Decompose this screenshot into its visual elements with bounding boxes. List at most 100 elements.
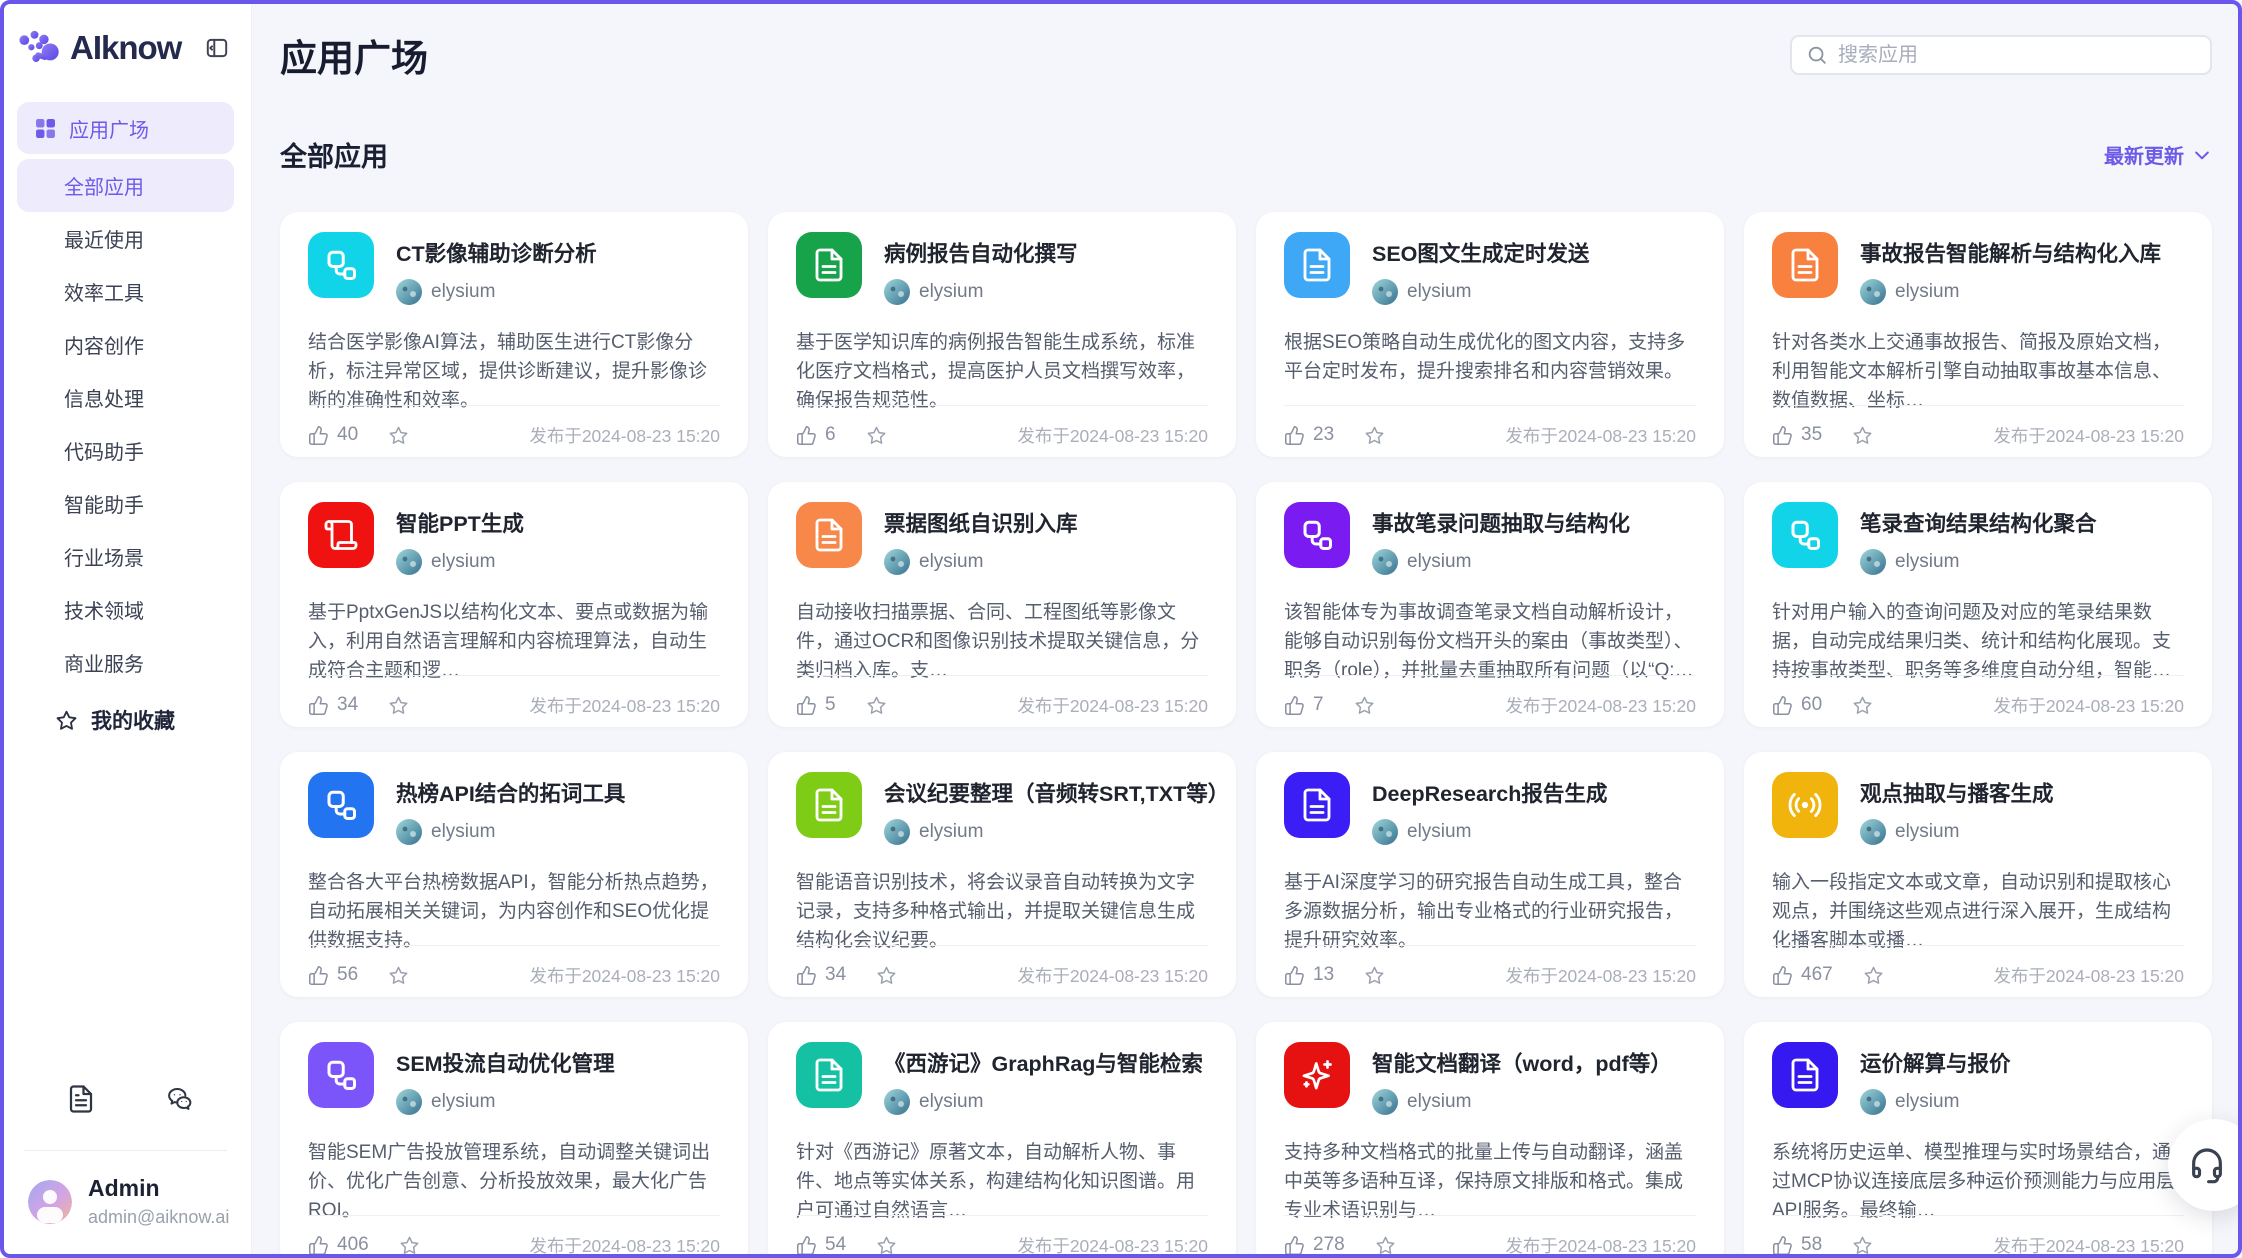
favorite-button[interactable] — [876, 965, 897, 986]
app-card[interactable]: 智能PPT生成 elysium 基于PptxGenJS以结构化文本、要点或数据为… — [280, 482, 748, 727]
author-avatar — [1860, 819, 1886, 845]
app-card[interactable]: SEO图文生成定时发送 elysium 根据SEO策略自动生成优化的图文内容，支… — [1256, 212, 1724, 457]
card-header: 事故报告智能解析与结构化入库 elysium — [1772, 232, 2184, 305]
like-count: 13 — [1313, 964, 1334, 986]
app-card[interactable]: 事故报告智能解析与结构化入库 elysium 针对各类水上交通事故报告、简报及原… — [1744, 212, 2212, 457]
app-card[interactable]: 观点抽取与播客生成 elysium 输入一段指定文本或文章，自动识别和提取核心观… — [1744, 752, 2212, 997]
sidebar-item-category[interactable]: 效率工具 — [17, 265, 234, 318]
sidebar-item-category[interactable]: 行业场景 — [17, 530, 234, 583]
thumbs-up-icon — [1284, 965, 1305, 986]
docs-button[interactable] — [66, 1084, 96, 1114]
sidebar-item-category[interactable]: 最近使用 — [17, 212, 234, 265]
page-title: 应用广场 — [280, 28, 428, 82]
like-button[interactable]: 23 — [1284, 424, 1334, 446]
star-icon — [388, 965, 409, 986]
like-button[interactable]: 467 — [1772, 964, 1833, 986]
wechat-button[interactable] — [166, 1084, 196, 1114]
app-title: 观点抽取与播客生成 — [1860, 777, 2054, 808]
favorite-button[interactable] — [1364, 425, 1385, 446]
like-button[interactable]: 278 — [1284, 1234, 1345, 1256]
thumbs-up-icon — [1772, 425, 1793, 446]
app-card[interactable]: 病例报告自动化撰写 elysium 基于医学知识库的病例报告智能生成系统，标准化… — [768, 212, 1236, 457]
star-icon — [388, 425, 409, 446]
like-button[interactable]: 13 — [1284, 964, 1334, 986]
wechat-icon — [166, 1084, 196, 1114]
workflow-app-icon — [308, 1042, 374, 1108]
favorite-button[interactable] — [1852, 1235, 1873, 1256]
like-button[interactable]: 60 — [1772, 694, 1822, 716]
like-button[interactable]: 406 — [308, 1234, 369, 1256]
scroll-app-icon — [308, 502, 374, 568]
like-button[interactable]: 35 — [1772, 424, 1822, 446]
like-button[interactable]: 54 — [796, 1234, 846, 1256]
sidebar-item-favorites[interactable]: 我的收藏 — [17, 705, 234, 735]
app-card[interactable]: DeepResearch报告生成 elysium 基于AI深度学习的研究报告自动… — [1256, 752, 1724, 997]
like-button[interactable]: 7 — [1284, 694, 1324, 716]
app-description: 针对用户输入的查询问题及对应的笔录结果数据，自动完成结果归类、统计和结构化展现。… — [1772, 598, 2184, 685]
author-avatar — [396, 1089, 422, 1115]
sidebar-item-category[interactable]: 信息处理 — [17, 371, 234, 424]
favorite-button[interactable] — [866, 425, 887, 446]
favorite-button[interactable] — [388, 965, 409, 986]
app-card[interactable]: 运价解算与报价 elysium 系统将历史运单、模型推理与实时场景结合，通过MC… — [1744, 1022, 2212, 1258]
user-profile[interactable]: Admin admin@aiknow.ai — [0, 1151, 251, 1258]
sidebar-item-category[interactable]: 技术领域 — [17, 583, 234, 636]
sidebar-item-label: 内容创作 — [64, 330, 144, 359]
app-card[interactable]: 热榜API结合的拓词工具 elysium 整合各大平台热榜数据API，智能分析热… — [280, 752, 748, 997]
favorite-button[interactable] — [1354, 695, 1375, 716]
like-button[interactable]: 40 — [308, 424, 358, 446]
publish-date: 发布于2024-08-23 15:20 — [1017, 693, 1208, 718]
app-card[interactable]: 事故笔录问题抽取与结构化 elysium 该智能体专为事故调查笔录文档自动解析设… — [1256, 482, 1724, 727]
favorite-button[interactable] — [1863, 965, 1884, 986]
sidebar-item-label: 信息处理 — [64, 383, 144, 412]
favorite-button[interactable] — [388, 695, 409, 716]
app-card[interactable]: 《西游记》GraphRag与智能检索 elysium 针对《西游记》原著文本，自… — [768, 1022, 1236, 1258]
favorite-button[interactable] — [866, 695, 887, 716]
sidebar-item-category[interactable]: 代码助手 — [17, 424, 234, 477]
app-card[interactable]: 会议纪要整理（音频转SRT,TXT等） elysium 智能语音识别技术，将会议… — [768, 752, 1236, 997]
favorite-button[interactable] — [388, 425, 409, 446]
sort-dropdown[interactable]: 最新更新 — [2104, 140, 2212, 169]
favorite-button[interactable] — [399, 1235, 420, 1256]
app-card[interactable]: 智能文档翻译（word，pdf等） elysium 支持多种文档格式的批量上传与… — [1256, 1022, 1724, 1258]
favorite-button[interactable] — [1852, 695, 1873, 716]
sidebar-item-category[interactable]: 智能助手 — [17, 477, 234, 530]
favorite-button[interactable] — [876, 1235, 897, 1256]
like-button[interactable]: 34 — [796, 964, 846, 986]
app-card[interactable]: 笔录查询结果结构化聚合 elysium 针对用户输入的查询问题及对应的笔录结果数… — [1744, 482, 2212, 727]
like-button[interactable]: 5 — [796, 694, 836, 716]
app-card[interactable]: 票据图纸自识别入库 elysium 自动接收扫描票据、合同、工程图纸等影像文件，… — [768, 482, 1236, 727]
sidebar-item-app-plaza[interactable]: 应用广场 — [17, 102, 234, 154]
like-button[interactable]: 58 — [1772, 1234, 1822, 1256]
thumbs-up-icon — [308, 965, 329, 986]
star-icon — [1863, 965, 1884, 986]
author-name: elysium — [919, 551, 983, 573]
star-icon — [399, 1235, 420, 1256]
author-name: elysium — [431, 281, 495, 303]
star-icon — [1852, 425, 1873, 446]
author-row: elysium — [1860, 819, 2054, 845]
sidebar-item-category[interactable]: 内容创作 — [17, 318, 234, 371]
sidebar-collapse-button[interactable] — [203, 34, 231, 62]
like-button[interactable]: 6 — [796, 424, 836, 446]
search-input[interactable] — [1838, 44, 2196, 67]
favorite-button[interactable] — [1852, 425, 1873, 446]
like-button[interactable]: 56 — [308, 964, 358, 986]
sparkles-app-icon — [1284, 1042, 1350, 1108]
like-button[interactable]: 34 — [308, 694, 358, 716]
app-card[interactable]: SEM投流自动优化管理 elysium 智能SEM广告投放管理系统，自动调整关键… — [280, 1022, 748, 1258]
favorite-button[interactable] — [1364, 965, 1385, 986]
publish-date: 发布于2024-08-23 15:20 — [1017, 423, 1208, 448]
author-row: elysium — [1372, 819, 1607, 845]
sidebar-item-category[interactable]: 商业服务 — [17, 636, 234, 689]
favorite-button[interactable] — [1375, 1235, 1396, 1256]
like-count: 56 — [337, 964, 358, 986]
author-row: elysium — [396, 1089, 615, 1115]
card-header: 《西游记》GraphRag与智能检索 elysium — [796, 1042, 1208, 1115]
app-card[interactable]: CT影像辅助诊断分析 elysium 结合医学影像AI算法，辅助医生进行CT影像… — [280, 212, 748, 457]
author-avatar — [1372, 549, 1398, 575]
sidebar-item-active[interactable]: 全部应用 — [17, 159, 234, 212]
search-box[interactable] — [1790, 35, 2212, 75]
main-content: 应用广场 全部应用 最新更新 CT影像辅助诊断分析 — [252, 0, 2242, 1258]
app-title: 会议纪要整理（音频转SRT,TXT等） — [884, 777, 1208, 808]
